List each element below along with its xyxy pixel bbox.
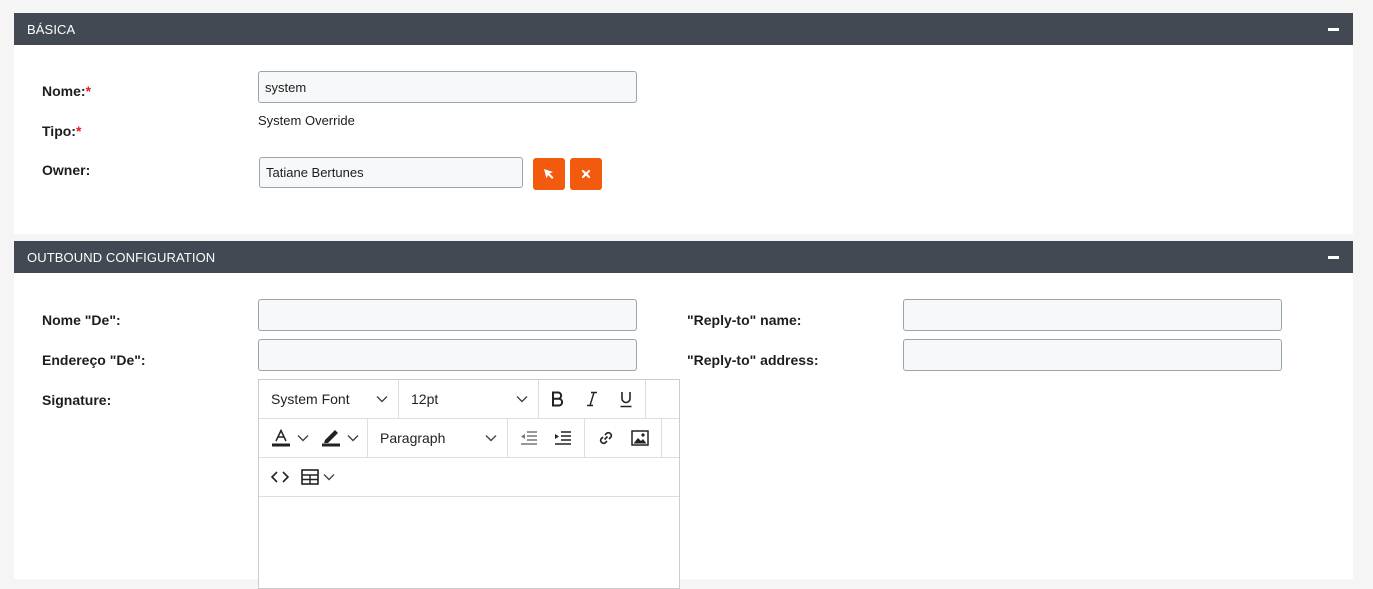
chevron-down-icon [323,474,335,481]
indent-button[interactable] [546,419,580,457]
owner-label: Owner: [42,162,91,178]
underline-button[interactable] [609,380,643,418]
outbound-panel-header[interactable]: OUTBOUND CONFIGURATION [14,241,1353,273]
outdent-icon [521,431,537,445]
table-icon [301,469,319,485]
editor-toolbar-row-1: System Font 12pt [259,380,679,419]
signature-content-area[interactable] [259,497,679,587]
text-color-button[interactable] [263,419,313,457]
chevron-down-icon [376,396,388,403]
image-button[interactable] [623,419,657,457]
italic-button[interactable] [575,380,609,418]
underline-icon [620,391,632,407]
outbound-panel-title: OUTBOUND CONFIGURATION [27,249,216,265]
from-name-label: Nome "De": [42,312,121,328]
collapse-icon[interactable] [1328,27,1339,31]
clear-owner-button[interactable] [570,158,602,190]
editor-toolbar-row-3 [259,458,679,497]
outbound-panel: OUTBOUND CONFIGURATION Nome "De": Endere… [14,241,1353,589]
tipo-label-text: Tipo: [42,123,76,139]
chevron-down-icon [347,435,359,442]
from-address-label: Endereço "De": [42,352,146,368]
font-family-select[interactable]: System Font [259,380,398,418]
insert-group [585,419,662,457]
required-mark: * [75,123,82,139]
font-size-value: 12pt [411,391,439,407]
basica-panel-header[interactable]: BÁSICA [14,13,1353,45]
from-name-input[interactable] [258,299,637,331]
basica-panel: BÁSICA Nome:* Tipo:* System Override Own… [14,13,1353,234]
link-button[interactable] [589,419,623,457]
chevron-down-icon [297,435,309,442]
misc-group [259,458,343,496]
image-icon [631,430,649,446]
link-icon [599,431,613,445]
highlight-color-button[interactable] [313,419,363,457]
reply-name-input[interactable] [903,299,1282,331]
chevron-down-icon [485,435,497,442]
code-icon [271,471,289,483]
text-style-group [539,380,646,418]
close-icon [581,169,591,179]
editor-toolbar-row-2: Paragraph [259,419,679,458]
tipo-label: Tipo:* [42,123,81,139]
chevron-down-icon [516,396,528,403]
nome-label: Nome:* [42,83,91,99]
from-address-input[interactable] [258,339,637,371]
outdent-button[interactable] [512,419,546,457]
font-size-group: 12pt [399,380,539,418]
collapse-icon[interactable] [1328,255,1339,259]
bold-icon [552,391,564,407]
reply-address-input[interactable] [903,339,1282,371]
nome-label-text: Nome: [42,83,86,99]
owner-input[interactable] [259,157,523,188]
indent-group [508,419,585,457]
block-format-select[interactable]: Paragraph [368,419,507,457]
table-button[interactable] [297,458,339,496]
text-color-icon [272,429,290,447]
font-size-select[interactable]: 12pt [399,380,538,418]
bold-button[interactable] [541,380,575,418]
nome-input[interactable] [258,71,637,103]
reply-name-label: "Reply-to" name: [687,312,802,328]
reply-address-label: "Reply-to" address: [687,352,819,368]
select-owner-button[interactable] [533,158,565,190]
indent-icon [555,431,571,445]
italic-icon [587,391,597,407]
block-format-group: Paragraph [368,419,508,457]
font-family-value: System Font [271,391,350,407]
cursor-arrow-icon [544,169,554,179]
tipo-value: System Override [258,113,355,128]
signature-label: Signature: [42,392,112,408]
block-format-value: Paragraph [380,430,446,446]
source-code-button[interactable] [263,458,297,496]
signature-editor: System Font 12pt Paragraph [258,379,680,589]
required-mark: * [85,83,92,99]
highlighter-icon [322,430,340,447]
basica-panel-title: BÁSICA [27,21,76,37]
font-family-group: System Font [259,380,399,418]
color-group [259,419,368,457]
